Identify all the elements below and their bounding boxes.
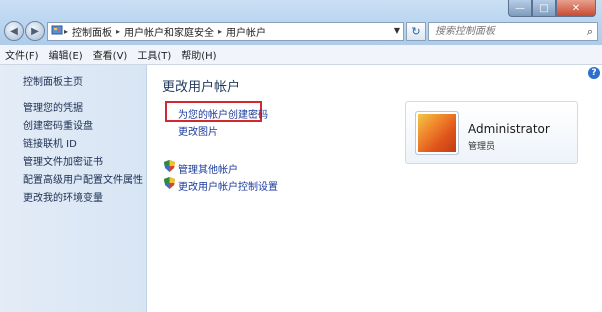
uac-shield-icon bbox=[164, 160, 175, 172]
manage-other-accounts-link[interactable]: 管理其他帐户 bbox=[178, 161, 238, 176]
account-role: 管理员 bbox=[468, 142, 496, 152]
sidebar: 控制面板主页 管理您的凭据 创建密码重设盘 链接联机 ID 管理文件加密证书 配… bbox=[0, 65, 147, 312]
forward-arrow-icon: ▶ bbox=[31, 25, 39, 37]
sidebar-item-control-panel-home[interactable]: 控制面板主页 bbox=[23, 73, 83, 88]
window-controls: — □ ✕ bbox=[508, 0, 596, 18]
uac-shield-icon bbox=[164, 177, 175, 189]
avatar[interactable] bbox=[415, 111, 459, 155]
help-icon[interactable]: ? bbox=[588, 67, 600, 79]
breadcrumb-control-panel[interactable]: 控制面板 bbox=[69, 24, 115, 39]
minimize-button[interactable]: — bbox=[508, 0, 532, 17]
uac-settings-link[interactable]: 更改用户帐户控制设置 bbox=[178, 178, 278, 193]
sidebar-item-environment-variables[interactable]: 更改我的环境变量 bbox=[23, 189, 103, 204]
create-password-link[interactable]: 为您的帐户创建密码 bbox=[178, 106, 268, 121]
close-button[interactable]: ✕ bbox=[556, 0, 596, 17]
search-input[interactable] bbox=[433, 25, 577, 38]
main-content: ? 更改用户帐户 为您的帐户创建密码 更改图片 管理其他帐户 更改用户帐户控制设… bbox=[147, 65, 602, 312]
menu-view[interactable]: 查看(V) bbox=[88, 47, 133, 62]
refresh-button[interactable]: ↻ bbox=[406, 22, 426, 41]
menu-edit[interactable]: 编辑(E) bbox=[44, 47, 88, 62]
control-panel-icon bbox=[51, 24, 63, 39]
back-button[interactable]: ◀ bbox=[4, 21, 24, 41]
sidebar-item-manage-credentials[interactable]: 管理您的凭据 bbox=[23, 99, 83, 114]
search-box[interactable]: ⌕ bbox=[428, 22, 598, 41]
breadcrumb-user-accounts-family[interactable]: 用户帐户和家庭安全 bbox=[121, 24, 217, 39]
address-dropdown-icon[interactable]: ▼ bbox=[394, 26, 400, 35]
maximize-button[interactable]: □ bbox=[532, 0, 556, 17]
search-icon[interactable]: ⌕ bbox=[587, 25, 593, 39]
sidebar-item-link-online-id[interactable]: 链接联机 ID bbox=[23, 135, 77, 150]
address-bar[interactable]: ▸ 控制面板 ▸ 用户帐户和家庭安全 ▸ 用户帐户 ▼ bbox=[47, 22, 404, 41]
menu-file[interactable]: 文件(F) bbox=[0, 47, 44, 62]
change-picture-link[interactable]: 更改图片 bbox=[178, 123, 218, 138]
menu-tools[interactable]: 工具(T) bbox=[132, 47, 176, 62]
sidebar-item-file-encryption-certs[interactable]: 管理文件加密证书 bbox=[23, 153, 103, 168]
forward-button[interactable]: ▶ bbox=[25, 21, 45, 41]
account-name: Administrator bbox=[468, 122, 550, 136]
menu-help[interactable]: 帮助(H) bbox=[176, 47, 221, 62]
breadcrumb-user-accounts[interactable]: 用户帐户 bbox=[223, 24, 269, 39]
account-card: Administrator 管理员 bbox=[405, 101, 578, 164]
menu-bar: 文件(F) 编辑(E) 查看(V) 工具(T) 帮助(H) bbox=[0, 45, 602, 65]
page-title: 更改用户帐户 bbox=[162, 80, 241, 95]
back-arrow-icon: ◀ bbox=[10, 25, 18, 37]
sidebar-item-password-reset-disk[interactable]: 创建密码重设盘 bbox=[23, 117, 93, 132]
refresh-icon: ↻ bbox=[411, 25, 421, 38]
sidebar-item-advanced-profile-props[interactable]: 配置高级用户配置文件属性 bbox=[23, 171, 143, 186]
window-chrome: — □ ✕ ◀ ▶ ▸ 控制面板 ▸ 用户帐户和家庭安全 ▸ 用户帐户 ▼ ↻ … bbox=[0, 0, 602, 45]
